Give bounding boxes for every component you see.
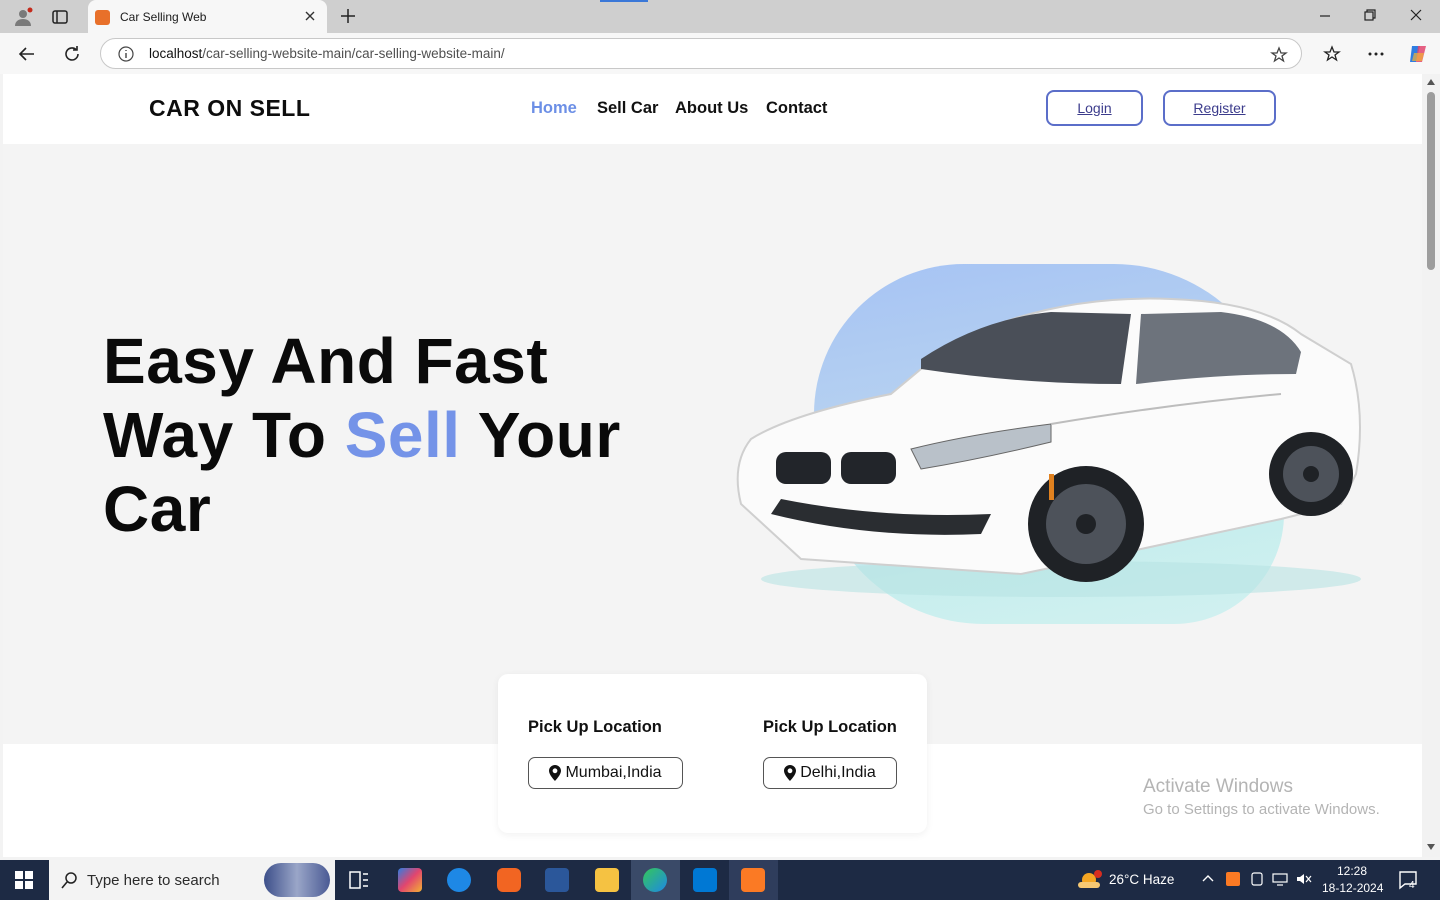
network-icon[interactable] xyxy=(1272,872,1288,886)
search-highlight-icon xyxy=(264,863,330,897)
pickup-location-label: Pick Up Location xyxy=(528,718,662,736)
pickup-card: Pick Up Location Pick Up Location Mumbai… xyxy=(498,674,927,833)
volume-muted-icon[interactable] xyxy=(1296,872,1312,886)
map-pin-icon xyxy=(784,765,797,781)
page-viewport: CAR ON SELL Home Sell Car About Us Conta… xyxy=(3,74,1422,857)
nav-contact[interactable]: Contact xyxy=(766,99,827,118)
nav-home[interactable]: Home xyxy=(531,99,577,118)
close-icon[interactable] xyxy=(303,9,317,23)
brave-browser-icon[interactable] xyxy=(497,868,521,892)
taskbar-search-box[interactable]: Type here to search xyxy=(49,860,335,900)
hero-line-3: Car xyxy=(103,473,212,545)
url-text: localhost/car-selling-website-main/car-s… xyxy=(149,46,505,61)
new-tab-plus-icon[interactable] xyxy=(340,8,356,24)
task-view-icon[interactable] xyxy=(349,871,369,889)
register-button[interactable]: Register xyxy=(1163,90,1276,126)
chevron-up-icon[interactable] xyxy=(1202,874,1214,882)
hero-line-1: Easy And Fast xyxy=(103,325,549,397)
clock-date[interactable]: 18-12-2024 xyxy=(1322,881,1383,895)
scrollbar-thumb[interactable] xyxy=(1427,92,1435,270)
nav-sell-car[interactable]: Sell Car xyxy=(597,99,658,118)
search-placeholder: Type here to search xyxy=(87,872,220,889)
loading-indicator xyxy=(600,0,648,2)
notifications-icon[interactable] xyxy=(1398,870,1418,890)
site-header: CAR ON SELL Home Sell Car About Us Conta… xyxy=(3,74,1422,144)
more-options-icon[interactable] xyxy=(1368,52,1384,56)
login-button[interactable]: Login xyxy=(1046,90,1143,126)
pickup-location-value-2: Delhi,India xyxy=(800,764,876,781)
back-arrow-icon[interactable] xyxy=(18,45,36,63)
search-icon xyxy=(61,871,79,889)
xampp-active-slot[interactable] xyxy=(729,860,778,900)
clock-time[interactable]: 12:28 xyxy=(1337,864,1367,878)
pickup-location-mumbai-button[interactable]: Mumbai,India xyxy=(528,757,683,789)
pickup-location-value: Mumbai,India xyxy=(565,764,662,781)
car-image xyxy=(721,274,1371,604)
windows-start-icon[interactable] xyxy=(15,871,33,889)
scroll-down-arrow-icon[interactable] xyxy=(1427,844,1435,850)
weather-text[interactable]: 26°C Haze xyxy=(1109,872,1174,887)
hero-accent-word: Sell xyxy=(344,399,461,471)
xampp-tray-icon[interactable] xyxy=(1226,872,1240,886)
edge-icon xyxy=(643,868,667,892)
profile-icon[interactable] xyxy=(13,7,33,27)
tab-car-selling-web[interactable]: Car Selling Web xyxy=(88,0,327,33)
nav-about-us[interactable]: About Us xyxy=(675,99,748,118)
activate-windows-subtitle: Go to Settings to activate Windows. xyxy=(1143,801,1380,818)
word-icon[interactable] xyxy=(545,868,569,892)
tab-actions-icon[interactable] xyxy=(52,9,68,25)
hero-text: Your xyxy=(460,399,621,471)
url-host: localhost xyxy=(149,46,203,61)
hero-title: Easy And Fast Way To Sell Your Car xyxy=(103,324,621,546)
refresh-icon[interactable] xyxy=(63,45,81,63)
hero-text: Way To xyxy=(103,399,345,471)
restore-icon[interactable] xyxy=(1363,8,1377,22)
xampp-icon xyxy=(741,868,765,892)
file-explorer-icon[interactable] xyxy=(595,868,619,892)
hero-line-2: Way To Sell Your xyxy=(103,398,621,472)
pickup-location-label-2: Pick Up Location xyxy=(763,718,897,736)
internet-explorer-icon[interactable] xyxy=(447,868,471,892)
url-path: /car-selling-website-main/car-selling-we… xyxy=(202,46,505,61)
copilot-taskbar-icon[interactable] xyxy=(398,868,422,892)
weather-sun-icon[interactable] xyxy=(1078,869,1102,891)
pickup-location-delhi-button[interactable]: Delhi,India xyxy=(763,757,897,789)
notification-count: 4 xyxy=(1409,880,1415,891)
favorites-icon[interactable] xyxy=(1323,45,1341,63)
add-favorite-star-icon[interactable] xyxy=(1270,46,1288,64)
vscode-icon[interactable] xyxy=(693,868,717,892)
site-info-icon[interactable] xyxy=(118,46,134,62)
tab-title: Car Selling Web xyxy=(120,10,207,24)
copilot-icon[interactable] xyxy=(1407,43,1429,65)
activate-windows-title: Activate Windows xyxy=(1143,776,1293,797)
windows-taskbar: Type here to search 26°C Haze 12:28 18-1… xyxy=(0,860,1440,900)
meet-now-icon[interactable] xyxy=(1250,872,1264,886)
scroll-up-arrow-icon[interactable] xyxy=(1427,79,1435,85)
site-logo[interactable]: CAR ON SELL xyxy=(149,95,310,122)
edge-active-slot[interactable] xyxy=(631,860,680,900)
map-pin-icon xyxy=(549,765,562,781)
minimize-icon[interactable] xyxy=(1318,8,1332,22)
xampp-favicon-icon xyxy=(95,10,110,25)
page-scrollbar[interactable] xyxy=(1422,74,1440,857)
browser-tab-strip: Car Selling Web xyxy=(0,0,1440,33)
address-bar[interactable]: localhost/car-selling-website-main/car-s… xyxy=(100,38,1302,69)
window-close-icon[interactable] xyxy=(1409,8,1423,22)
